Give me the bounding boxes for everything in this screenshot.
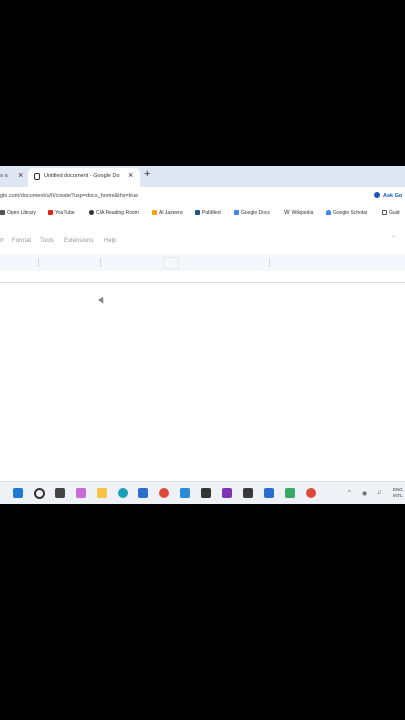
language-layout: INTL (393, 493, 403, 498)
toolbar-divider (100, 258, 101, 267)
task-view-icon[interactable] (55, 488, 65, 498)
docs-menu-bar: rt Format Tools Extensions Help (0, 238, 405, 250)
al-jazeera-icon (152, 210, 157, 215)
google-scholar-icon (326, 210, 331, 215)
docs-favicon-icon (34, 173, 40, 180)
bookmark-item[interactable]: CIA Reading Room (89, 210, 139, 216)
menu-insert[interactable]: rt (0, 238, 4, 244)
chrome-profile-icon[interactable] (306, 488, 316, 498)
tab-active[interactable]: Untitled document - Google Do × (28, 168, 140, 187)
edge-icon[interactable] (118, 488, 128, 498)
docs-toolbar (0, 254, 405, 271)
tab-active-title: Untitled document - Google Do (44, 173, 120, 179)
tab-previous[interactable]: o a × (0, 168, 26, 187)
address-bar-row: gle.com/document/u/0/create?usp=docs_hom… (0, 187, 405, 207)
bookmark-label: YouTube (55, 210, 75, 216)
bookmark-label: Google Scholar (333, 210, 368, 216)
font-size-box[interactable] (163, 257, 179, 269)
bookmark-favicon-icon (0, 210, 5, 215)
close-icon[interactable]: × (128, 170, 133, 180)
toolbar-divider (269, 258, 270, 267)
photos-icon[interactable] (180, 488, 190, 498)
menu-tools[interactable]: Tools (40, 238, 54, 244)
desktop-screen: o a × Untitled document - Google Do × + … (0, 166, 405, 504)
address-bar-url[interactable]: gle.com/document/u/0/create?usp=docs_hom… (0, 193, 138, 199)
bookmark-item[interactable]: Google Scholar (326, 210, 367, 216)
menu-help[interactable]: Help (104, 238, 116, 244)
new-tab-plus-icon[interactable]: + (144, 168, 150, 180)
bookmark-item[interactable]: YouTube (48, 210, 75, 216)
store-icon[interactable] (138, 488, 148, 498)
chevron-up-icon[interactable]: ^ (348, 490, 351, 496)
gemini-icon (374, 192, 380, 198)
terminal-icon[interactable] (201, 488, 211, 498)
google-docs-editor: rt Format Tools Extensions Help ⌐ (0, 220, 405, 490)
share-button[interactable]: ⌐ (392, 234, 396, 240)
bookmark-label: Wikipedia (291, 210, 314, 216)
mouse-cursor-icon (97, 296, 107, 306)
bookmarks-bar: Open Library YouTube CIA Reading Room Al… (0, 207, 405, 220)
bookmark-item[interactable]: Guid (382, 210, 400, 216)
ruler-line (0, 282, 405, 283)
chrome-icon[interactable] (159, 488, 169, 498)
toolbar-divider (38, 258, 39, 267)
bookmark-label: Open Library (7, 210, 36, 216)
close-icon[interactable]: × (18, 170, 23, 180)
bookmark-label: Google Docs (241, 210, 270, 216)
bookmark-label: CIA Reading Room (96, 210, 139, 216)
folder-icon (382, 210, 387, 215)
windows-start-icon[interactable] (13, 488, 23, 498)
menu-format[interactable]: Format (12, 238, 31, 244)
menu-extensions[interactable]: Extensions (64, 238, 93, 244)
google-docs-icon (234, 210, 239, 215)
onenote-icon[interactable] (222, 488, 232, 498)
taskbar: ^ ◉ ♫ ENG INTL (0, 481, 405, 504)
sticky-notes-icon[interactable] (243, 488, 253, 498)
wikipedia-icon: W (284, 210, 290, 216)
volume-icon[interactable]: ♫ (377, 490, 382, 496)
ask-gemini-button[interactable]: Ask Go (374, 192, 402, 199)
bookmark-item[interactable]: W Wikipedia (284, 210, 313, 216)
ask-gemini-label: Ask Go (383, 193, 403, 199)
bookmark-item[interactable]: Open Library (0, 210, 36, 216)
language-indicator[interactable]: ENG INTL (393, 487, 403, 499)
mail-icon[interactable] (264, 488, 274, 498)
bookmark-label: Guid (389, 210, 400, 216)
file-explorer-icon[interactable] (97, 488, 107, 498)
bookmark-item[interactable]: PubMed (195, 210, 221, 216)
tab-previous-label: o a (0, 173, 8, 179)
bookmark-label: PubMed (202, 210, 221, 216)
bookmark-label: Al Jazeera (159, 210, 183, 216)
copilot-icon[interactable] (76, 488, 86, 498)
network-icon[interactable]: ◉ (362, 490, 367, 497)
pubmed-icon (195, 210, 200, 215)
cia-icon (89, 210, 94, 215)
tab-strip: o a × Untitled document - Google Do × + (0, 166, 405, 187)
bookmark-item[interactable]: Al Jazeera (152, 210, 183, 216)
search-icon[interactable] (34, 488, 45, 499)
bookmark-item[interactable]: Google Docs (234, 210, 270, 216)
chat-icon[interactable] (285, 488, 295, 498)
youtube-icon (48, 210, 53, 215)
